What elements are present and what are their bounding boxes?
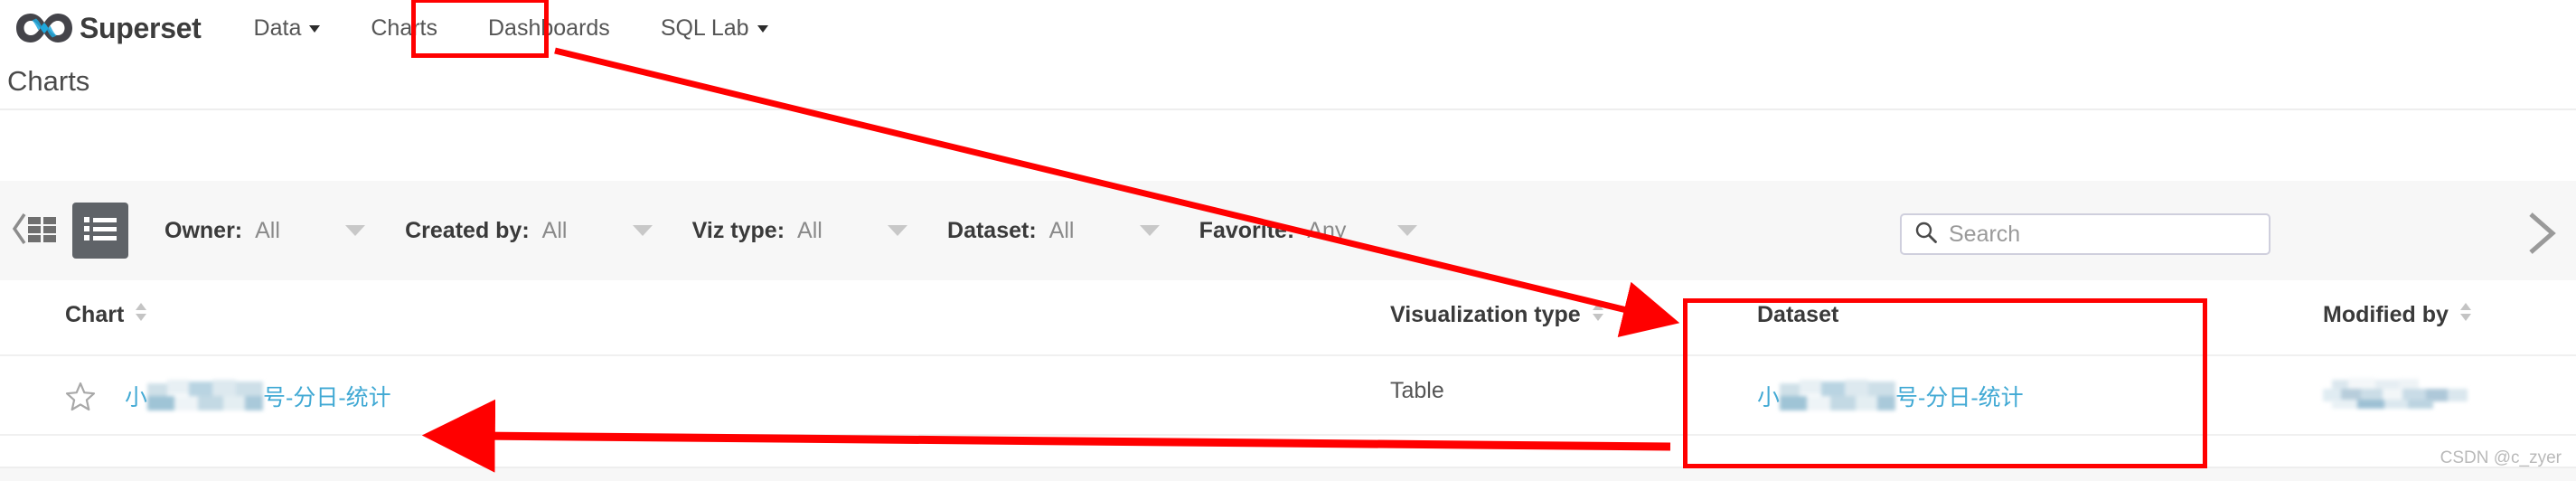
- card-view-icon: [12, 209, 59, 253]
- column-header-visualization-type-label: Visualization type: [1390, 302, 1581, 327]
- next-page-button[interactable]: [2522, 210, 2562, 261]
- column-header-dataset-label: Dataset: [1757, 302, 1839, 327]
- card-view-toggle[interactable]: [7, 203, 63, 259]
- nav-item-data[interactable]: Data: [229, 0, 346, 56]
- charts-table: Chart Visualization type Dataset Modifie…: [0, 280, 2576, 436]
- filter-created-by[interactable]: Created by: All: [405, 218, 653, 244]
- cell-chart-name-prefix: 小: [125, 385, 148, 410]
- column-header-chart-label: Chart: [65, 302, 125, 327]
- filter-favorite-label: Favorite:: [1199, 217, 1295, 243]
- page-title-bar: Charts: [0, 56, 2576, 110]
- nav-item-sql-lab[interactable]: SQL Lab: [635, 0, 794, 56]
- filter-dataset[interactable]: Dataset: All: [947, 218, 1160, 244]
- list-view-icon: [83, 214, 118, 248]
- redacted-block: [147, 378, 264, 410]
- search-input[interactable]: [1947, 220, 2240, 249]
- filter-created-by-label: Created by:: [405, 217, 530, 243]
- column-header-modified-by[interactable]: Modified by: [2323, 302, 2472, 328]
- filter-dataset-value: All: [1048, 217, 1075, 243]
- filter-viz-type[interactable]: Viz type: All: [691, 217, 908, 244]
- filter-favorite-value: Any: [1307, 217, 1347, 243]
- dataset-to-chart-arrow: [421, 399, 1671, 473]
- redacted-block: [1780, 378, 1896, 410]
- filter-owner-value: All: [255, 217, 280, 243]
- filter-group: Owner: All Created by: All Viz type: All…: [165, 218, 1457, 244]
- search-box[interactable]: [1900, 213, 2270, 255]
- nav-item-charts-label: Charts: [371, 15, 437, 41]
- filter-viz-type-label: Viz type:: [691, 217, 785, 243]
- list-view-toggle[interactable]: [72, 203, 128, 259]
- chevron-right-icon: [2522, 212, 2562, 260]
- filter-owner[interactable]: Owner: All: [165, 217, 366, 244]
- chevron-down-icon[interactable]: [632, 225, 653, 236]
- nav-item-charts[interactable]: Charts: [345, 0, 463, 56]
- column-header-dataset[interactable]: Dataset: [1757, 302, 1838, 328]
- chevron-down-icon[interactable]: [1397, 225, 1418, 236]
- chevron-down-icon[interactable]: [888, 225, 908, 236]
- column-header-modified-by-label: Modified by: [2323, 302, 2449, 327]
- brand[interactable]: Superset: [14, 0, 202, 56]
- nav-item-dashboards-label: Dashboards: [488, 15, 610, 41]
- filter-created-by-value: All: [541, 217, 568, 243]
- bottom-strip: [0, 467, 2576, 481]
- top-navbar: Superset Data Charts Dashboards SQL Lab: [0, 0, 2576, 56]
- sort-icon: [1592, 302, 1604, 328]
- cell-dataset-name-suffix: 号-分日-统计: [1895, 385, 2024, 410]
- filter-dataset-label: Dataset:: [947, 217, 1037, 243]
- page-title: Charts: [7, 65, 90, 97]
- star-outline-icon[interactable]: [65, 382, 96, 417]
- infinity-logo-icon: [14, 10, 74, 46]
- column-header-chart[interactable]: Chart: [65, 302, 147, 328]
- column-header-visualization-type[interactable]: Visualization type: [1390, 302, 1604, 328]
- chevron-down-icon[interactable]: [345, 225, 366, 236]
- nav-item-sql-lab-label: SQL Lab: [660, 15, 749, 41]
- filter-owner-label: Owner:: [165, 217, 243, 243]
- sort-icon: [135, 302, 147, 328]
- nav-item-data-label: Data: [253, 15, 302, 41]
- chevron-down-icon: [309, 25, 321, 33]
- watermark: CSDN @c_zyer: [2440, 448, 2562, 467]
- cell-dataset-name-prefix: 小: [1757, 385, 1781, 410]
- cell-chart-name-suffix: 号-分日-统计: [263, 385, 391, 410]
- chevron-down-icon[interactable]: [1139, 225, 1160, 236]
- cell-visualization-type: Table: [1390, 378, 1444, 403]
- nav-links: Data Charts Dashboards SQL Lab: [229, 0, 794, 56]
- filter-viz-type-value: All: [797, 217, 823, 243]
- filter-favorite[interactable]: Favorite: Any: [1199, 218, 1418, 244]
- redacted-block: [2323, 378, 2477, 409]
- search-icon: [1914, 221, 1938, 249]
- view-toggle-group: [7, 203, 128, 259]
- chevron-down-icon: [757, 25, 768, 33]
- cell-chart-name[interactable]: 小 号-分日-统计: [125, 378, 391, 412]
- nav-item-dashboards[interactable]: Dashboards: [463, 0, 635, 56]
- brand-name: Superset: [80, 11, 202, 44]
- cell-modified-by: [2323, 378, 2477, 410]
- table-header-row: Chart Visualization type Dataset Modifie…: [0, 280, 2576, 356]
- table-row[interactable]: 小 号-分日-统计 Table 小 号-分日-统计: [0, 356, 2576, 436]
- superset-charts-page: Superset Data Charts Dashboards SQL Lab …: [0, 0, 2576, 481]
- sort-icon: [2459, 302, 2472, 328]
- cell-dataset-name[interactable]: 小 号-分日-统计: [1757, 378, 2024, 412]
